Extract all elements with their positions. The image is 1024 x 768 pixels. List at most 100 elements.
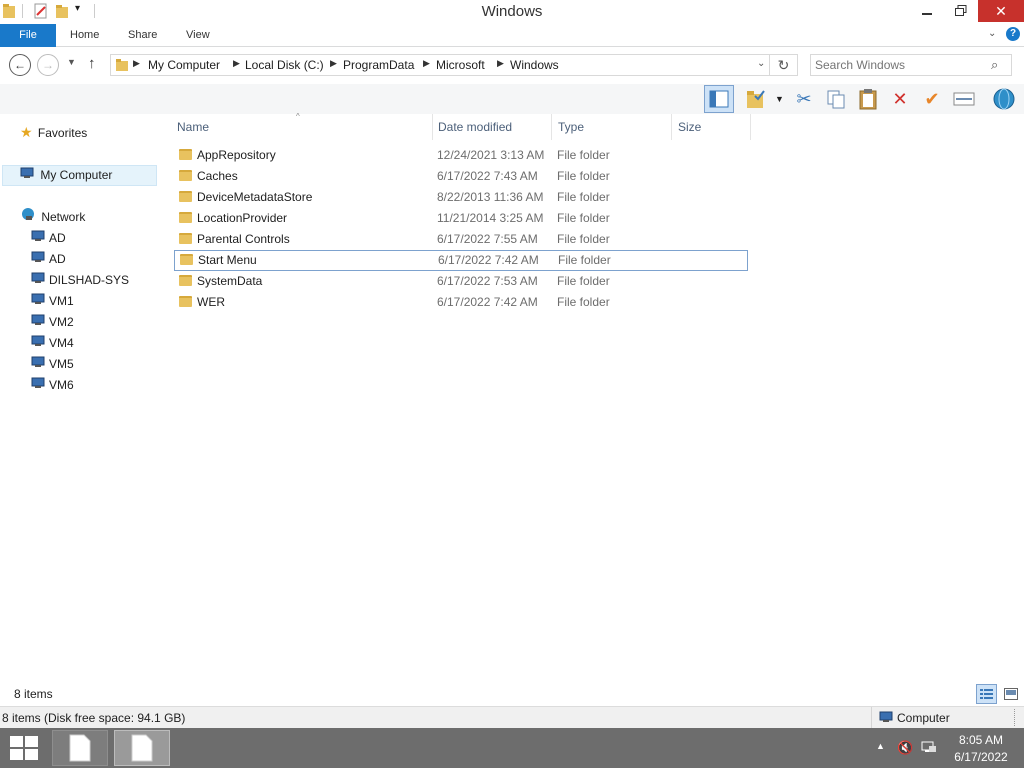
dropdown-icon[interactable]: ▼ <box>775 94 784 104</box>
column-divider[interactable] <box>750 114 751 140</box>
clock-time[interactable]: 8:05 AM <box>950 733 1012 747</box>
folder-icon <box>179 166 192 187</box>
file-list: AppRepository 12/24/2021 3:13 AM File fold… <box>0 145 760 325</box>
command-toolbar: ▼ ✂ ✕ ✔ <box>0 84 1024 114</box>
restore-button[interactable] <box>946 0 976 22</box>
ribbon-tabs: File Home Share View ⌄ ? <box>0 24 1024 47</box>
delete-button[interactable]: ✕ <box>888 87 912 111</box>
details-view-button[interactable] <box>976 684 997 704</box>
sort-ascending-icon: ^ <box>296 112 300 121</box>
column-header-size[interactable]: Size <box>678 120 701 134</box>
forward-button[interactable]: → <box>37 54 59 76</box>
copy-button[interactable] <box>824 87 848 111</box>
column-divider[interactable] <box>551 114 552 140</box>
network-computer-icon <box>30 335 46 350</box>
breadcrumb-microsoft[interactable]: Microsoft <box>436 58 485 72</box>
item-count: 8 items <box>14 687 53 701</box>
network-tray-icon[interactable] <box>921 740 937 759</box>
close-button[interactable]: ✕ <box>978 0 1024 22</box>
collapse-ribbon-icon[interactable]: ⌄ <box>988 28 996 39</box>
breadcrumb-my-computer[interactable]: My Computer <box>148 58 220 72</box>
address-history-icon[interactable]: ⌄ <box>757 58 765 69</box>
address-box[interactable]: ▶ My Computer ▶ Local Disk (C:) ▶ Progra… <box>110 54 770 76</box>
breadcrumb-separator-icon[interactable]: ▶ <box>133 58 140 69</box>
column-header-date[interactable]: Date modified <box>438 120 512 134</box>
breadcrumb-separator-icon[interactable]: ▶ <box>330 58 337 69</box>
cut-button[interactable]: ✂ <box>792 87 816 111</box>
up-arrow-icon[interactable]: ↑ <box>88 55 96 72</box>
volume-muted-icon[interactable]: 🔇 <box>897 740 913 756</box>
back-arrow-icon: ← <box>14 58 26 72</box>
file-name: Parental Controls <box>197 232 290 246</box>
file-name: DeviceMetadataStore <box>197 190 313 204</box>
folder-icon <box>180 251 193 270</box>
file-row[interactable]: DeviceMetadataStore 8/22/2013 11:36 AM Fil… <box>174 187 748 208</box>
file-date: 6/17/2022 7:42 AM <box>438 253 539 267</box>
paste-button[interactable] <box>856 87 880 111</box>
large-icons-view-button[interactable] <box>1000 684 1021 704</box>
resize-grip-icon[interactable] <box>1014 709 1020 726</box>
file-date: 6/17/2022 7:55 AM <box>437 232 538 246</box>
tab-share[interactable]: Share <box>114 24 171 47</box>
column-divider[interactable] <box>432 114 433 140</box>
file-type: File folder <box>557 169 610 183</box>
large-icons-view-icon <box>1003 688 1018 700</box>
help-icon[interactable]: ? <box>1006 27 1020 41</box>
column-header-name[interactable]: Name <box>177 120 209 134</box>
search-icon[interactable]: ⌕ <box>991 57 998 73</box>
file-type: File folder <box>557 232 610 246</box>
file-name: Caches <box>197 169 238 183</box>
preview-pane-button[interactable] <box>704 85 734 113</box>
folder-icon <box>115 58 129 75</box>
start-button[interactable] <box>10 736 38 763</box>
breadcrumb-local-disk[interactable]: Local Disk (C:) <box>245 58 324 72</box>
recent-locations-icon[interactable]: ▼ <box>67 57 76 67</box>
back-button[interactable]: ← <box>9 54 31 76</box>
breadcrumb-separator-icon[interactable]: ▶ <box>423 58 430 69</box>
search-input[interactable] <box>815 57 985 73</box>
tab-file[interactable]: File <box>0 24 56 47</box>
details-view-icon <box>980 688 993 699</box>
minimize-button[interactable] <box>912 0 942 22</box>
file-row[interactable]: Caches 6/17/2022 7:43 AM File folder <box>174 166 748 187</box>
file-row[interactable]: AppRepository 12/24/2021 3:13 AM File fold… <box>174 145 748 166</box>
nav-item-favorites[interactable]: ★ Favorites <box>20 122 87 143</box>
breadcrumb-windows[interactable]: Windows <box>510 58 559 72</box>
breadcrumb-programdata[interactable]: ProgramData <box>343 58 414 72</box>
refresh-button[interactable]: ↻ <box>770 54 798 76</box>
column-header-type[interactable]: Type <box>558 120 584 134</box>
column-divider[interactable] <box>671 114 672 140</box>
nav-item-label: VM5 <box>49 357 74 371</box>
properties-button[interactable] <box>952 87 976 111</box>
search-box[interactable]: ⌕ <box>810 54 1012 76</box>
tab-view[interactable]: View <box>172 24 224 47</box>
preview-pane-icon <box>709 90 729 108</box>
select-folder-button[interactable] <box>744 87 768 111</box>
show-hidden-icons-icon[interactable]: ▲ <box>876 741 885 751</box>
file-row[interactable]: WER 6/17/2022 7:42 AM File folder <box>174 292 748 313</box>
file-row[interactable]: SystemData 6/17/2022 7:53 AM File folder <box>174 271 748 292</box>
nav-item-label: VM6 <box>49 378 74 392</box>
nav-item-host[interactable]: VM5 <box>30 354 74 375</box>
clock-date[interactable]: 6/17/2022 <box>950 750 1012 764</box>
apply-button[interactable]: ✔ <box>920 87 944 111</box>
nav-item-host[interactable]: VM6 <box>30 375 74 396</box>
tab-home[interactable]: Home <box>56 24 113 47</box>
window-title: Windows <box>481 3 543 20</box>
breadcrumb-separator-icon[interactable]: ▶ <box>497 58 504 69</box>
network-globe-button[interactable] <box>992 87 1016 111</box>
file-date: 6/17/2022 7:43 AM <box>437 169 538 183</box>
file-row[interactable]: Start Menu 6/17/2022 7:42 AM File folder <box>174 250 748 271</box>
document-icon <box>69 734 91 762</box>
nav-item-host[interactable]: VM4 <box>30 333 74 354</box>
file-name: AppRepository <box>197 148 276 162</box>
network-computer-icon <box>30 356 46 371</box>
document-icon <box>131 734 153 762</box>
breadcrumb-separator-icon[interactable]: ▶ <box>233 58 240 69</box>
taskbar-app-2[interactable] <box>114 730 170 766</box>
file-row[interactable]: LocationProvider 11/21/2014 3:25 AM File f… <box>174 208 748 229</box>
windows-logo-icon <box>10 736 38 760</box>
network-computer-icon <box>30 377 46 392</box>
file-row[interactable]: Parental Controls 6/17/2022 7:55 AM File f… <box>174 229 748 250</box>
taskbar-app-1[interactable] <box>52 730 108 766</box>
